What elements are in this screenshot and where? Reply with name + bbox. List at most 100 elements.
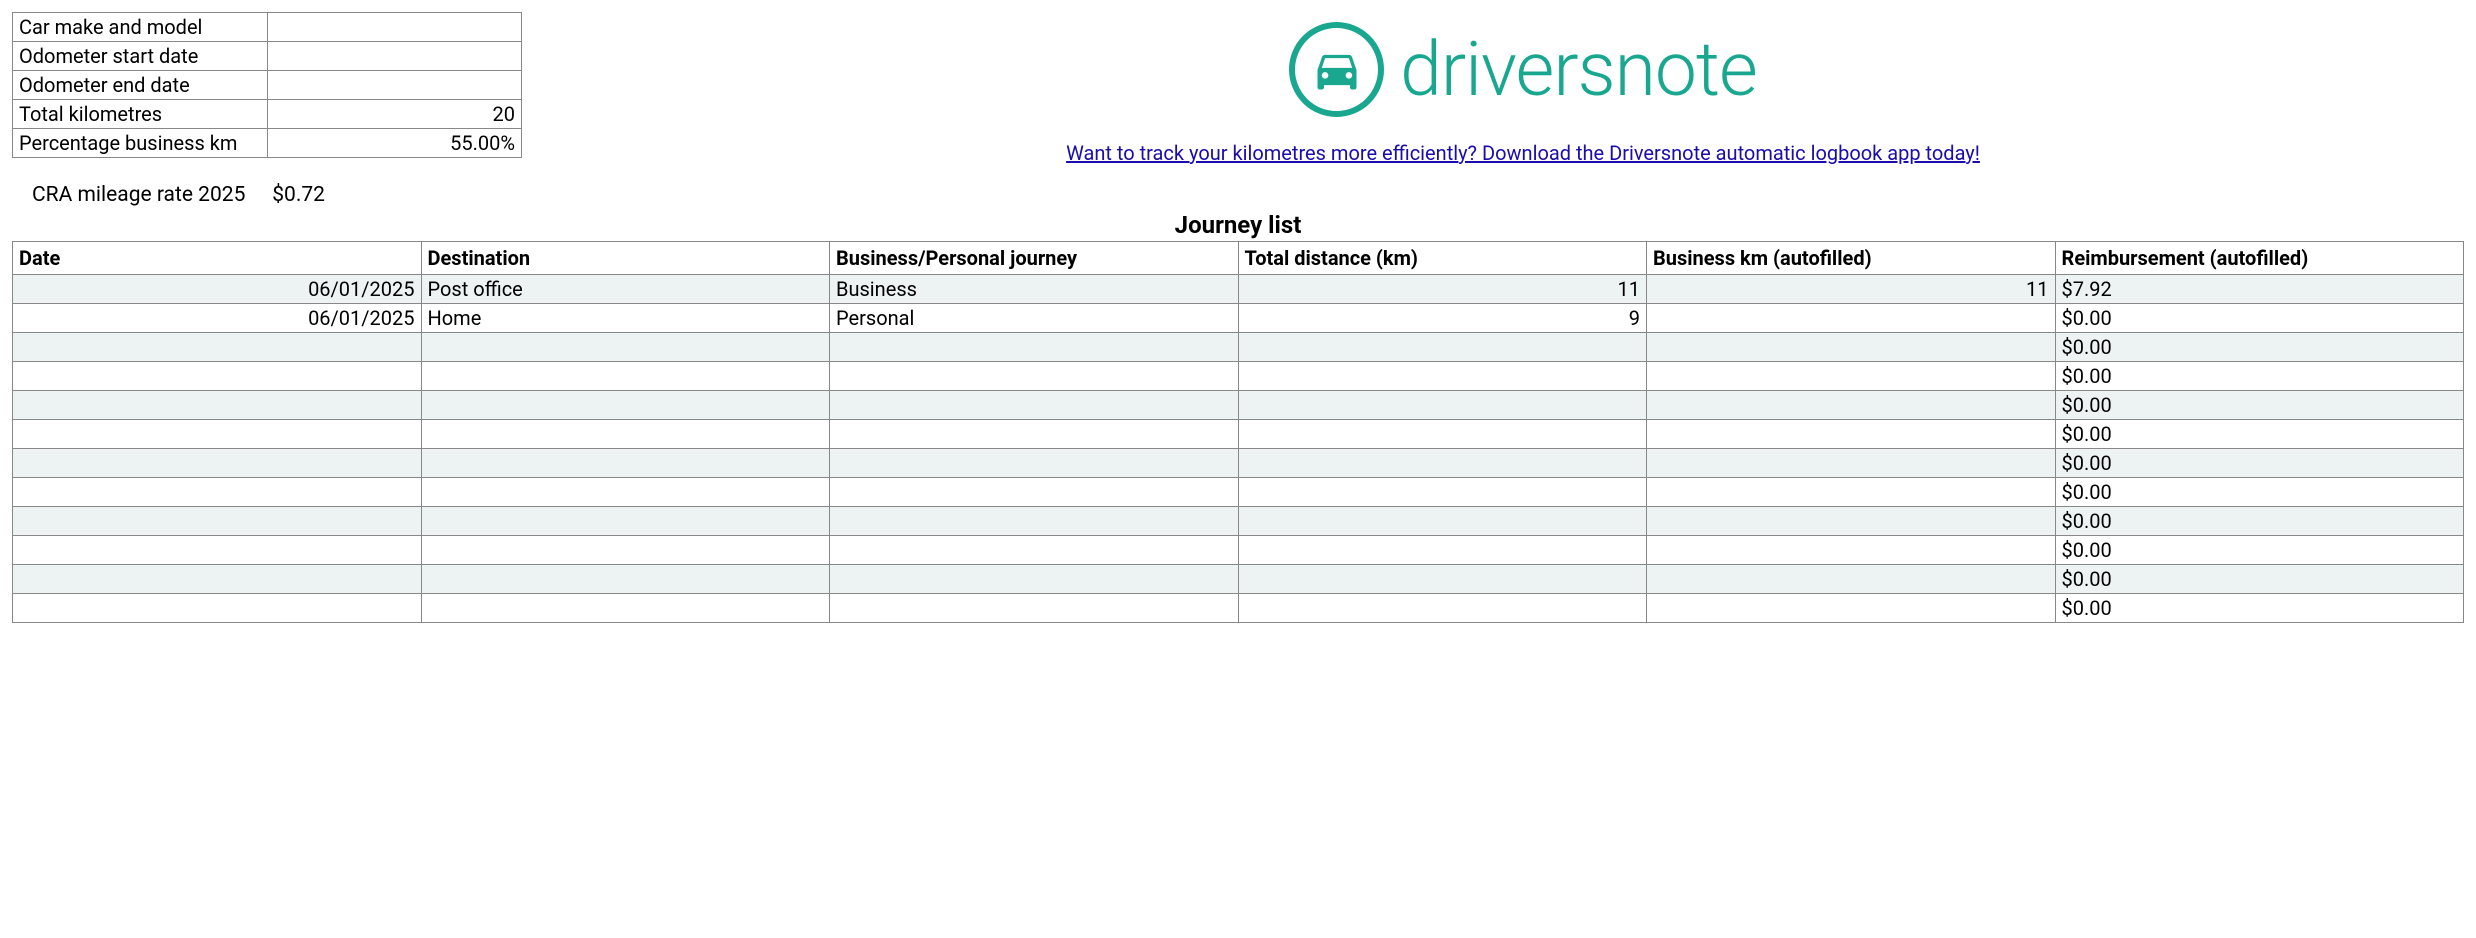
cell-business-km[interactable] <box>1647 362 2056 391</box>
cell-total-distance[interactable] <box>1238 391 1647 420</box>
cell-business-km[interactable]: 11 <box>1647 275 2056 304</box>
cell-date[interactable] <box>13 478 422 507</box>
cell-reimbursement[interactable]: $0.00 <box>2055 478 2464 507</box>
cell-business-km[interactable] <box>1647 304 2056 333</box>
cell-business-km[interactable] <box>1647 507 2056 536</box>
cell-journey-type[interactable]: Personal <box>830 304 1239 333</box>
cell-total-distance[interactable] <box>1238 478 1647 507</box>
summary-label[interactable]: Percentage business km <box>13 129 268 158</box>
summary-value[interactable]: 20 <box>267 100 521 129</box>
cell-date[interactable] <box>13 565 422 594</box>
cell-destination[interactable] <box>421 507 830 536</box>
cell-journey-type[interactable] <box>830 507 1239 536</box>
summary-table: Car make and modelOdometer start dateOdo… <box>12 12 522 158</box>
journey-table: DateDestinationBusiness/Personal journey… <box>12 241 2464 623</box>
cell-destination[interactable] <box>421 536 830 565</box>
cell-date[interactable] <box>13 420 422 449</box>
table-row: $0.00 <box>13 536 2464 565</box>
summary-value[interactable] <box>267 13 521 42</box>
cell-reimbursement[interactable]: $0.00 <box>2055 420 2464 449</box>
cell-business-km[interactable] <box>1647 478 2056 507</box>
cell-destination[interactable] <box>421 565 830 594</box>
cell-journey-type[interactable] <box>830 362 1239 391</box>
cell-journey-type[interactable] <box>830 333 1239 362</box>
cell-destination[interactable] <box>421 449 830 478</box>
summary-value[interactable] <box>267 42 521 71</box>
cell-journey-type[interactable]: Business <box>830 275 1239 304</box>
cell-journey-type[interactable] <box>830 391 1239 420</box>
summary-value[interactable]: 55.00% <box>267 129 521 158</box>
cell-reimbursement[interactable]: $0.00 <box>2055 391 2464 420</box>
summary-label[interactable]: Odometer start date <box>13 42 268 71</box>
cell-destination[interactable] <box>421 391 830 420</box>
cell-destination[interactable] <box>421 478 830 507</box>
rate-value: $0.72 <box>272 183 325 207</box>
cell-date[interactable]: 06/01/2025 <box>13 275 422 304</box>
cell-total-distance[interactable] <box>1238 420 1647 449</box>
cell-reimbursement[interactable]: $0.00 <box>2055 594 2464 623</box>
cell-journey-type[interactable] <box>830 449 1239 478</box>
column-header: Reimbursement (autofilled) <box>2055 242 2464 275</box>
cell-date[interactable] <box>13 507 422 536</box>
cell-journey-type[interactable] <box>830 536 1239 565</box>
cell-business-km[interactable] <box>1647 333 2056 362</box>
cell-total-distance[interactable]: 11 <box>1238 275 1647 304</box>
cell-reimbursement[interactable]: $7.92 <box>2055 275 2464 304</box>
cell-date[interactable]: 06/01/2025 <box>13 304 422 333</box>
cell-business-km[interactable] <box>1647 391 2056 420</box>
summary-label[interactable]: Car make and model <box>13 13 268 42</box>
cell-reimbursement[interactable]: $0.00 <box>2055 536 2464 565</box>
cell-date[interactable] <box>13 536 422 565</box>
cell-business-km[interactable] <box>1647 536 2056 565</box>
summary-value[interactable] <box>267 71 521 100</box>
cell-destination[interactable] <box>421 333 830 362</box>
summary-row: Total kilometres20 <box>13 100 522 129</box>
cell-reimbursement[interactable]: $0.00 <box>2055 362 2464 391</box>
cell-date[interactable] <box>13 594 422 623</box>
column-header: Destination <box>421 242 830 275</box>
cell-business-km[interactable] <box>1647 449 2056 478</box>
cell-date[interactable] <box>13 362 422 391</box>
cell-reimbursement[interactable]: $0.00 <box>2055 565 2464 594</box>
column-header: Business/Personal journey <box>830 242 1239 275</box>
cell-destination[interactable] <box>421 420 830 449</box>
download-app-link[interactable]: Want to track your kilometres more effic… <box>582 141 2464 165</box>
table-row: 06/01/2025Post officeBusiness1111$7.92 <box>13 275 2464 304</box>
cell-destination[interactable] <box>421 362 830 391</box>
driversnote-logo: driversnote <box>1289 22 1757 117</box>
table-row: $0.00 <box>13 478 2464 507</box>
cell-business-km[interactable] <box>1647 420 2056 449</box>
cell-destination[interactable]: Home <box>421 304 830 333</box>
cell-reimbursement[interactable]: $0.00 <box>2055 449 2464 478</box>
cell-total-distance[interactable] <box>1238 565 1647 594</box>
cell-destination[interactable] <box>421 594 830 623</box>
cra-mileage-rate: CRA mileage rate 2025 $0.72 <box>32 183 2464 207</box>
table-row: 06/01/2025HomePersonal9 $0.00 <box>13 304 2464 333</box>
cell-journey-type[interactable] <box>830 478 1239 507</box>
cell-total-distance[interactable] <box>1238 449 1647 478</box>
cell-reimbursement[interactable]: $0.00 <box>2055 333 2464 362</box>
column-header: Total distance (km) <box>1238 242 1647 275</box>
cell-reimbursement[interactable]: $0.00 <box>2055 304 2464 333</box>
cell-date[interactable] <box>13 449 422 478</box>
cell-total-distance[interactable] <box>1238 507 1647 536</box>
column-header: Business km (autofilled) <box>1647 242 2056 275</box>
cell-total-distance[interactable]: 9 <box>1238 304 1647 333</box>
cell-total-distance[interactable] <box>1238 333 1647 362</box>
cell-date[interactable] <box>13 333 422 362</box>
summary-label[interactable]: Total kilometres <box>13 100 268 129</box>
cell-journey-type[interactable] <box>830 565 1239 594</box>
cell-total-distance[interactable] <box>1238 594 1647 623</box>
cell-destination[interactable]: Post office <box>421 275 830 304</box>
cell-business-km[interactable] <box>1647 565 2056 594</box>
cell-total-distance[interactable] <box>1238 362 1647 391</box>
cell-business-km[interactable] <box>1647 594 2056 623</box>
cell-date[interactable] <box>13 391 422 420</box>
cell-journey-type[interactable] <box>830 594 1239 623</box>
car-icon <box>1289 22 1384 117</box>
table-row: $0.00 <box>13 333 2464 362</box>
summary-label[interactable]: Odometer end date <box>13 71 268 100</box>
cell-total-distance[interactable] <box>1238 536 1647 565</box>
cell-journey-type[interactable] <box>830 420 1239 449</box>
cell-reimbursement[interactable]: $0.00 <box>2055 507 2464 536</box>
